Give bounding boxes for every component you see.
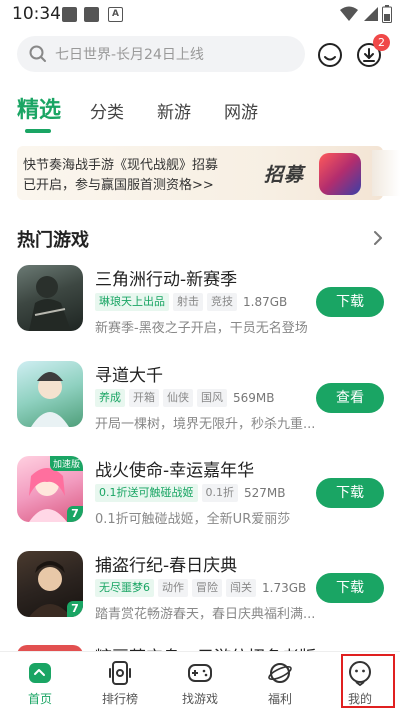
game-icon: 7 (17, 551, 83, 617)
search-bar[interactable]: 七日世界-长月24日上线 (17, 36, 305, 72)
planet-icon (268, 663, 292, 683)
game-size: 569MB (233, 391, 275, 405)
notification-a-icon: A (108, 7, 123, 22)
game-size: 1.87GB (243, 295, 288, 309)
notification-icon (84, 7, 99, 22)
banner-line-1: 快节奏海战手游《现代战舰》招募 (23, 158, 219, 173)
battery-icon (382, 5, 392, 23)
highlight-box (341, 654, 395, 708)
nav-label: 找游戏 (181, 692, 218, 706)
game-tags: 养成 开箱 仙侠 国风 569MB (95, 389, 275, 407)
gamepad-icon (188, 664, 212, 682)
game-tag: 琳琅天上出品 (95, 293, 169, 311)
game-icon-corner-badge: 7 (67, 601, 83, 617)
notification-icon (62, 7, 77, 22)
game-item[interactable]: 三角洲行动-新赛季 琳琅天上出品 射击 竞技 1.87GB 新赛季-黑夜之子开启，干员… (0, 265, 400, 345)
tab-online-games[interactable]: 网游 (224, 98, 258, 123)
game-title: 战火使命-幸运嘉年华 (95, 461, 255, 481)
promo-banner[interactable]: 快节奏海战手游《现代战舰》招募 已开启，参与赢国服首测资格>> 招募 (17, 146, 383, 200)
game-tag: 动作 (158, 579, 188, 597)
nav-welfare[interactable]: 福利 (240, 652, 320, 713)
next-banner-peek[interactable] (372, 150, 400, 196)
home-icon (29, 663, 51, 683)
download-count-badge: 2 (373, 34, 390, 51)
banner-line-2: 已开启，参与赢国服首测资格>> (23, 178, 214, 193)
game-tag: 0.1折 (201, 484, 238, 502)
game-title: 捕盗行纪-春日庆典 (95, 556, 238, 576)
game-tag: 无尽噩梦6 (95, 579, 154, 597)
game-tags: 无尽噩梦6 动作 冒险 闯关 1.73GB (95, 579, 306, 597)
view-button[interactable]: 查看 (316, 383, 384, 413)
banner-tag: 招募 (264, 164, 305, 186)
tab-featured[interactable]: 精选 (17, 92, 61, 124)
tab-new-games[interactable]: 新游 (157, 98, 191, 123)
game-size: 1.73GB (262, 581, 307, 595)
game-description: 0.1折可触碰战姬，全新UR爱丽莎 (95, 512, 291, 527)
wifi-icon (340, 6, 358, 21)
speed-version-badge: 加速版 (49, 456, 83, 471)
game-description: 新赛季-黑夜之子开启，干员无名登场 (95, 321, 308, 336)
game-icon: 加速版 7 (17, 456, 83, 522)
nav-home[interactable]: 首页 (0, 652, 80, 713)
game-tag: 养成 (95, 389, 125, 407)
search-placeholder: 七日世界-长月24日上线 (55, 47, 204, 63)
game-tag: 国风 (197, 389, 227, 407)
download-button[interactable]: 下载 (316, 573, 384, 603)
game-tags: 琳琅天上出品 射击 竞技 1.87GB (95, 293, 287, 311)
signal-icon (364, 7, 378, 21)
game-tags: 0.1折送可触碰战姬 0.1折 527MB (95, 484, 286, 502)
game-item[interactable]: 7 捕盗行纪-春日庆典 无尽噩梦6 动作 冒险 闯关 1.73GB 踏青赏花畅游春天，春… (0, 551, 400, 631)
banner-game-image (319, 153, 361, 195)
search-icon (29, 45, 46, 62)
download-button[interactable]: 下载 (316, 287, 384, 317)
status-bar: 10:34 A (0, 0, 400, 30)
ranking-icon (109, 661, 131, 685)
game-description: 踏青赏花畅游春天，春日庆典福利满... (95, 607, 316, 622)
game-icon (17, 361, 83, 427)
game-item[interactable]: 寻道大千 养成 开箱 仙侠 国风 569MB 开局一棵树，境界无限升，秒杀九重... 查… (0, 361, 400, 441)
game-size: 527MB (244, 486, 286, 500)
game-title: 三角洲行动-新赛季 (95, 270, 238, 290)
chevron-right-icon[interactable] (372, 230, 384, 246)
game-tag: 射击 (173, 293, 203, 311)
customer-service-icon[interactable] (317, 42, 343, 68)
nav-label: 福利 (267, 692, 292, 706)
game-tag: 仙侠 (163, 389, 193, 407)
nav-label: 首页 (27, 692, 52, 706)
game-title: 寻道大千 (95, 366, 163, 386)
game-item[interactable]: 加速版 7 战火使命-幸运嘉年华 0.1折送可触碰战姬 0.1折 527MB 0.1… (0, 456, 400, 536)
tab-categories[interactable]: 分类 (90, 98, 124, 123)
nav-label: 排行榜 (101, 692, 138, 706)
game-tag: 竞技 (207, 293, 237, 311)
game-description: 开局一棵树，境界无限升，秒杀九重... (95, 417, 316, 432)
game-tag: 冒险 (192, 579, 222, 597)
nav-ranking[interactable]: 排行榜 (80, 652, 160, 713)
game-icon (17, 265, 83, 331)
nav-find-games[interactable]: 找游戏 (160, 652, 240, 713)
section-title: 热门游戏 (17, 230, 89, 251)
game-tag: 开箱 (129, 389, 159, 407)
download-button[interactable]: 下载 (316, 478, 384, 508)
game-icon-corner-badge: 7 (67, 506, 83, 522)
status-time: 10:34 (12, 4, 61, 24)
game-tag: 0.1折送可触碰战姬 (95, 484, 198, 502)
category-tabs: 精选 分类 新游 网游 (0, 92, 400, 133)
bottom-navigation: 首页 排行榜 找游戏 福利 我的 (0, 651, 400, 713)
game-tag: 闯关 (226, 579, 256, 597)
active-tab-indicator (25, 129, 51, 133)
